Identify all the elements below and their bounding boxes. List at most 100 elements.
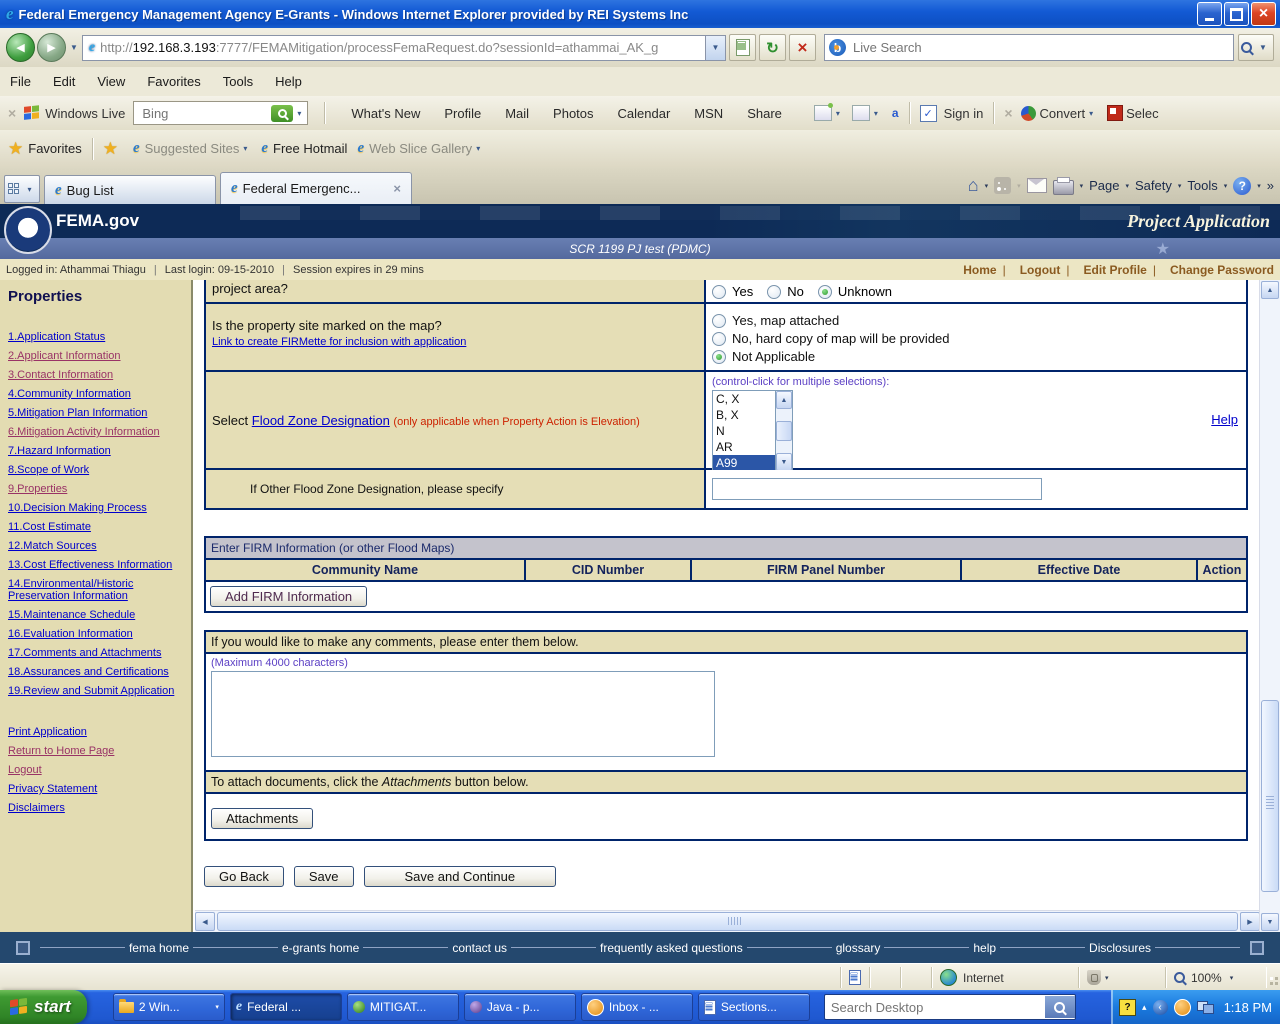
sidebar-print-application[interactable]: Print Application [8, 726, 186, 738]
taskbar-button-mitigation[interactable]: MITIGAT... [346, 993, 459, 1021]
print-dropdown-icon[interactable]: ▾ [1080, 182, 1084, 190]
select-button[interactable]: Selec [1126, 106, 1159, 121]
footer-contact-us[interactable]: contact us [452, 941, 507, 955]
listbox-option[interactable]: N [713, 423, 775, 439]
listbox-option[interactable]: C, X [713, 391, 775, 407]
web-slice-link[interactable]: Web Slice Gallery [369, 141, 472, 156]
suggested-sites-link[interactable]: Suggested Sites [145, 141, 240, 156]
fema-brand[interactable]: FEMA.gov [56, 211, 139, 231]
bing-search-box[interactable]: ▾ [133, 101, 309, 125]
toolbar-close-icon[interactable]: × [8, 105, 16, 121]
footer-glossary[interactable]: glossary [836, 941, 881, 955]
sidebar-item-mitigation-activity[interactable]: 6.Mitigation Activity Information [8, 426, 186, 438]
scroll-down-icon[interactable]: ▼ [1261, 913, 1279, 931]
web-slice-dropdown-icon[interactable]: ▾ [476, 144, 480, 153]
maximize-button[interactable] [1224, 2, 1249, 26]
history-dropdown-icon[interactable]: ▼ [70, 43, 78, 52]
translate-icon[interactable]: a [892, 106, 899, 120]
safety-menu[interactable]: Safety [1135, 178, 1172, 193]
overflow-chevron-icon[interactable]: » [1267, 178, 1274, 193]
save-and-continue-button[interactable]: Save and Continue [363, 866, 557, 887]
vertical-scrollbar[interactable]: ▲ ▼ [1259, 280, 1280, 932]
search-desktop-box[interactable] [823, 994, 1076, 1020]
forward-button[interactable]: ▶ [37, 33, 66, 62]
logout-link[interactable]: Logout [1020, 263, 1061, 277]
live-link-photos[interactable]: Photos [553, 106, 593, 121]
zoom-panel[interactable]: 100% ▾ [1166, 967, 1266, 988]
safety-dropdown-icon[interactable]: ▾ [1178, 182, 1182, 190]
start-button[interactable]: start [0, 990, 87, 1024]
sidebar-item-properties[interactable]: 9.Properties [8, 483, 186, 495]
menu-tools[interactable]: Tools [223, 74, 253, 89]
radio-yes-map-attached[interactable] [712, 313, 726, 328]
tab-federal-emergency[interactable]: e Federal Emergenc... × [220, 172, 412, 204]
stop-button[interactable]: × [789, 34, 816, 61]
live-link-whats-new[interactable]: What's New [351, 106, 420, 121]
shield-dropdown-icon[interactable]: ▾ [1105, 974, 1109, 982]
bing-go-button[interactable] [271, 104, 294, 122]
clock-tray-icon[interactable] [1173, 998, 1191, 1016]
sidebar-logout[interactable]: Logout [8, 764, 186, 776]
tools-menu[interactable]: Tools [1187, 178, 1217, 193]
sidebar-item-contact-information[interactable]: 3.Contact Information [8, 369, 186, 381]
sidebar-item-environmental-historic[interactable]: 14.Environmental/Historic Preservation I… [8, 578, 186, 602]
listbox-option[interactable]: AR [713, 439, 775, 455]
radio-no[interactable] [767, 284, 782, 299]
footer-disclosures[interactable]: Disclosures [1089, 941, 1151, 955]
live-link-profile[interactable]: Profile [444, 106, 481, 121]
live-link-share[interactable]: Share [747, 106, 782, 121]
page-menu[interactable]: Page [1089, 178, 1119, 193]
menu-help[interactable]: Help [275, 74, 302, 89]
comments-textarea[interactable] [211, 671, 715, 757]
suggested-sites-dropdown-icon[interactable]: ▾ [243, 144, 247, 153]
sidebar-item-review-submit[interactable]: 19.Review and Submit Application [8, 685, 186, 697]
radio-not-applicable[interactable] [712, 349, 726, 364]
live-search-input[interactable] [851, 39, 1229, 56]
help-link[interactable]: Help [1211, 412, 1238, 427]
live-link-mail[interactable]: Mail [505, 106, 529, 121]
footer-egrants-home[interactable]: e-grants home [282, 941, 359, 955]
menu-file[interactable]: File [10, 74, 31, 89]
read-mail-icon[interactable] [1026, 178, 1047, 193]
menu-edit[interactable]: Edit [53, 74, 75, 89]
bing-search-input[interactable] [140, 104, 272, 122]
taskbar-button-federal[interactable]: e Federal ... [229, 993, 342, 1021]
menu-favorites[interactable]: Favorites [147, 74, 200, 89]
search-go-button[interactable]: ▼ [1238, 34, 1274, 61]
scroll-up-icon[interactable]: ▲ [1261, 281, 1279, 299]
attachments-button[interactable]: Attachments [211, 808, 314, 829]
sidebar-item-hazard-information[interactable]: 7.Hazard Information [8, 445, 186, 457]
flood-zone-designation-link[interactable]: Flood Zone Designation [252, 413, 390, 428]
firmette-link[interactable]: Link to create FIRMette for inclusion wi… [212, 336, 466, 348]
bing-dropdown-icon[interactable]: ▾ [297, 109, 301, 118]
sidebar-item-applicant-information[interactable]: 2.Applicant Information [8, 350, 186, 362]
taskbar-button-java[interactable]: Java - p... [463, 993, 576, 1021]
favorites-button[interactable]: Favorites [28, 141, 81, 156]
add-favorite-icon[interactable]: ★ [103, 139, 118, 159]
sidebar-item-application-status[interactable]: 1.Application Status [8, 331, 186, 343]
sidebar-privacy-statement[interactable]: Privacy Statement [8, 783, 186, 795]
footer-help[interactable]: help [973, 941, 996, 955]
taskbar-button-windows-group[interactable]: 2 Win... ▾ [112, 993, 225, 1021]
search-desktop-button[interactable] [1044, 996, 1075, 1018]
url-dropdown-icon[interactable]: ▼ [706, 34, 726, 61]
scrollbar-thumb[interactable] [217, 912, 1238, 931]
add-firm-information-button[interactable]: Add FIRM Information [210, 586, 368, 607]
sidebar-item-evaluation-information[interactable]: 16.Evaluation Information [8, 628, 186, 640]
tray-expand-icon[interactable]: ▴ [1142, 1002, 1147, 1013]
go-back-button[interactable]: Go Back [204, 866, 284, 887]
tab-bug-list[interactable]: e Bug List [44, 175, 216, 204]
network-tray-icon[interactable] [1196, 1000, 1214, 1014]
live-search-box[interactable]: b [824, 34, 1234, 61]
refresh-button[interactable]: ↻ [759, 34, 786, 61]
sidebar-item-community-information[interactable]: 4.Community Information [8, 388, 186, 400]
feeds-dropdown-icon[interactable]: ▾ [874, 109, 878, 118]
sidebar-item-assurances-certifications[interactable]: 18.Assurances and Certifications [8, 666, 186, 678]
scroll-up-icon[interactable]: ▲ [776, 391, 792, 409]
share-photo-icon[interactable] [813, 103, 833, 121]
search-desktop-input[interactable] [824, 999, 1045, 1015]
windows-live-label[interactable]: Windows Live [45, 106, 125, 121]
feeds-grid-icon[interactable] [851, 105, 870, 121]
convert-dropdown-icon[interactable]: ▾ [1089, 109, 1093, 118]
sidebar-item-comments-attachments[interactable]: 17.Comments and Attachments [8, 647, 186, 659]
